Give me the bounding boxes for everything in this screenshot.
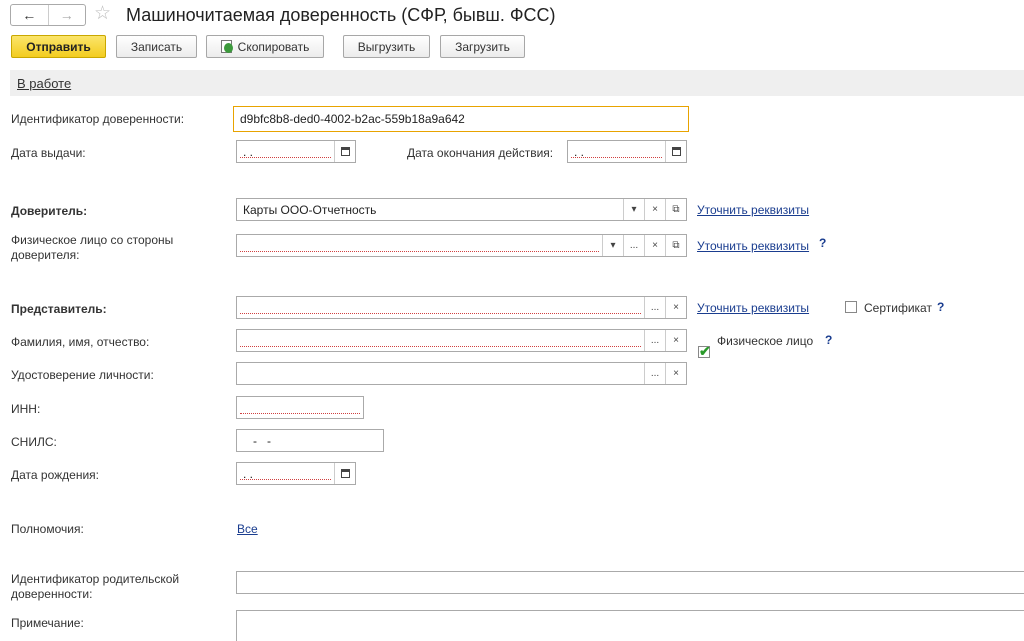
snils-label: СНИЛС: xyxy=(11,435,57,449)
person-refine-link[interactable]: Уточнить реквизиты xyxy=(697,239,809,253)
dropdown-icon[interactable]: ▾ xyxy=(602,235,623,256)
end-date-label: Дата окончания действия: xyxy=(407,146,554,160)
note-label: Примечание: xyxy=(11,616,84,630)
end-date-input[interactable]: . . xyxy=(567,140,687,163)
end-date-value: . . xyxy=(568,141,665,162)
fio-input[interactable]: ... × xyxy=(236,329,687,352)
identity-input[interactable]: ... × xyxy=(236,362,687,385)
id-label: Идентификатор доверенности: xyxy=(11,112,185,126)
import-button[interactable]: Загрузить xyxy=(440,35,525,58)
id-value: d9bfc8b8-ded0-4002-b2ac-559b18a9a642 xyxy=(240,112,465,126)
representative-refine-link[interactable]: Уточнить реквизиты xyxy=(697,301,809,315)
principal-label: Доверитель: xyxy=(11,204,88,218)
status-bar xyxy=(10,70,1024,96)
identity-label: Удостоверение личности: xyxy=(11,368,154,382)
calendar-icon[interactable] xyxy=(334,463,355,484)
calendar-icon[interactable] xyxy=(665,141,686,162)
parent-id-value xyxy=(237,572,1024,593)
powers-link[interactable]: Все xyxy=(237,522,258,536)
person-label: Физическое лицо со стороны доверителя: xyxy=(11,233,173,263)
principal-input[interactable]: Карты ООО-Отчетность ▾ × ⧉ xyxy=(236,198,687,221)
inn-value xyxy=(237,397,363,418)
birth-date-value: . . xyxy=(237,463,334,484)
certificate-label: Сертификат xyxy=(864,301,932,315)
open-icon[interactable]: ⧉ xyxy=(665,235,686,256)
favorite-star-icon[interactable]: ☆ xyxy=(94,3,111,25)
copy-icon xyxy=(220,40,233,53)
clear-icon[interactable]: × xyxy=(665,363,686,384)
dropdown-icon[interactable]: ▾ xyxy=(623,199,644,220)
save-button[interactable]: Записать xyxy=(116,35,197,58)
note-value xyxy=(237,611,1024,641)
birth-date-label: Дата рождения: xyxy=(11,468,99,482)
person-input[interactable]: ▾ ... × ⧉ xyxy=(236,234,687,257)
more-icon[interactable]: ... xyxy=(644,297,665,318)
id-input[interactable]: d9bfc8b8-ded0-4002-b2ac-559b18a9a642 xyxy=(233,106,689,132)
person-value xyxy=(237,235,602,256)
help-icon[interactable]: ? xyxy=(819,236,826,250)
powers-label: Полномочия: xyxy=(11,522,84,536)
more-icon[interactable]: ... xyxy=(644,330,665,351)
clear-icon[interactable]: × xyxy=(644,199,665,220)
birth-date-input[interactable]: . . xyxy=(236,462,356,485)
more-icon[interactable]: ... xyxy=(623,235,644,256)
individual-label: Физическое лицо xyxy=(717,334,814,348)
clear-icon[interactable]: × xyxy=(665,297,686,318)
issue-date-value: . . xyxy=(237,141,334,162)
representative-input[interactable]: ... × xyxy=(236,296,687,319)
issue-date-label: Дата выдачи: xyxy=(11,146,86,160)
person-label-line2: доверителя: xyxy=(11,248,80,262)
inn-input[interactable] xyxy=(236,396,364,419)
note-input[interactable] xyxy=(236,610,1024,641)
send-button[interactable]: Отправить xyxy=(11,35,106,58)
help-icon[interactable]: ? xyxy=(825,333,832,347)
parent-id-label: Идентификатор родительской доверенности: xyxy=(11,572,179,602)
copy-button-label: Скопировать xyxy=(237,39,310,54)
clear-icon[interactable]: × xyxy=(644,235,665,256)
calendar-icon[interactable] xyxy=(334,141,355,162)
principal-value: Карты ООО-Отчетность xyxy=(243,202,377,217)
nav-buttons: ← → xyxy=(10,4,86,26)
individual-checkbox[interactable] xyxy=(698,343,711,360)
parent-id-label-line2: доверенности: xyxy=(11,587,93,601)
parent-id-label-line1: Идентификатор родительской xyxy=(11,572,180,586)
more-icon[interactable]: ... xyxy=(644,363,665,384)
fio-label: Фамилия, имя, отчество: xyxy=(11,335,150,349)
representative-label: Представитель: xyxy=(11,302,107,316)
export-button[interactable]: Выгрузить xyxy=(343,35,430,58)
forward-arrow-icon[interactable]: → xyxy=(47,5,86,25)
parent-id-input[interactable] xyxy=(236,571,1024,594)
fio-value xyxy=(237,330,644,351)
inn-label: ИНН: xyxy=(11,402,41,416)
status-link[interactable]: В работе xyxy=(17,76,71,91)
page-title: Машиночитаемая доверенность (СФР, бывш. … xyxy=(126,5,556,25)
copy-button[interactable]: Скопировать xyxy=(206,35,324,58)
representative-value xyxy=(237,297,644,318)
issue-date-input[interactable]: . . xyxy=(236,140,356,163)
snils-value: - - xyxy=(243,433,271,448)
open-icon[interactable]: ⧉ xyxy=(665,199,686,220)
snils-input[interactable]: - - xyxy=(236,429,384,452)
clear-icon[interactable]: × xyxy=(665,330,686,351)
principal-refine-link[interactable]: Уточнить реквизиты xyxy=(697,203,809,217)
identity-value xyxy=(237,363,644,384)
certificate-checkbox[interactable] xyxy=(845,301,857,313)
help-icon[interactable]: ? xyxy=(937,300,944,314)
person-label-line1: Физическое лицо со стороны xyxy=(11,233,174,247)
back-arrow-icon[interactable]: ← xyxy=(11,5,48,25)
